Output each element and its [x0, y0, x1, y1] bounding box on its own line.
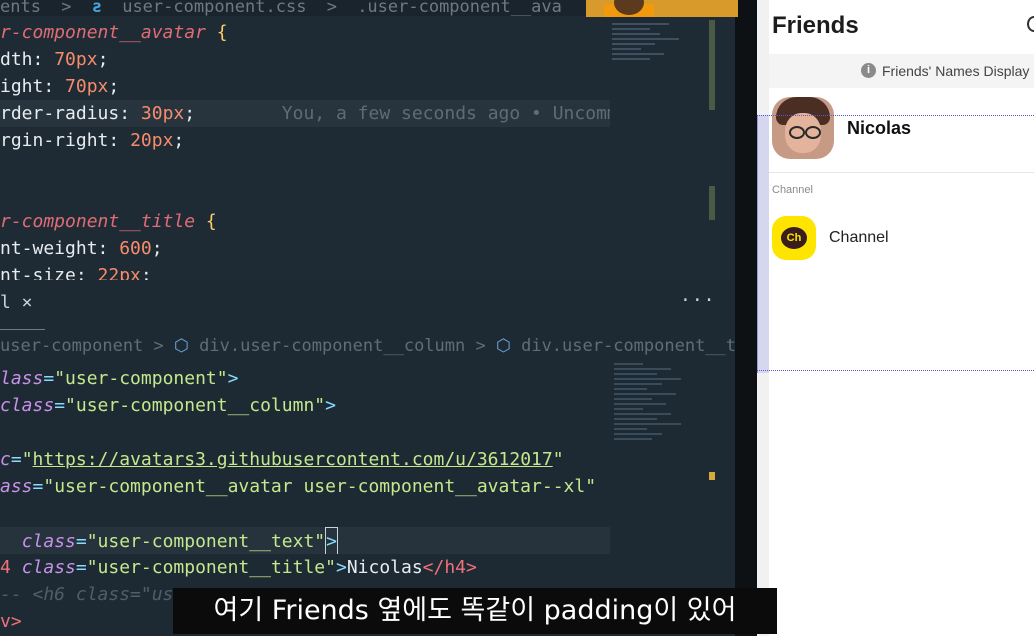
code-line[interactable]: lass="user-component">	[0, 365, 610, 392]
html-breadcrumb: user-component > ⬡ div.user-component__c…	[0, 336, 735, 356]
subtitle-caption: 여기 Friends 옆에도 똑같이 padding이 있어	[173, 588, 777, 634]
bracket-match: >	[325, 527, 338, 554]
css-editor[interactable]: ents > ƨ user-component.css > .user-comp…	[0, 0, 735, 280]
info-banner: i Friends' Names Display	[769, 54, 1034, 88]
info-icon: i	[861, 63, 876, 78]
avatar-url-link: https://avatars3.githubusercontent.com/u…	[32, 449, 553, 470]
channel-icon[interactable]: Ch	[772, 216, 816, 260]
breadcrumb-file[interactable]: user-component.css	[122, 0, 306, 16]
banner-text: Friends' Names Display	[882, 63, 1030, 79]
code-line[interactable]: ight: 70px;	[0, 73, 610, 100]
minimap[interactable]	[614, 360, 709, 560]
channel-badge: Ch	[781, 227, 807, 249]
code-line[interactable]: dth: 70px;	[0, 46, 610, 73]
minimap[interactable]	[612, 20, 707, 100]
breadcrumb-folder[interactable]: ents	[0, 0, 41, 16]
breadcrumb-selector[interactable]: .user-component__ava	[357, 0, 562, 16]
scrollbar-marker	[709, 472, 715, 480]
code-line[interactable]: ass="user-component__avatar user-compone…	[0, 473, 610, 500]
code-line[interactable]: nt-weight: 600;	[0, 235, 610, 262]
channel-name: Channel	[829, 229, 889, 246]
profile-name: Nicolas	[847, 118, 912, 138]
breadcrumb-item[interactable]: div.user-component__column	[199, 336, 465, 356]
breadcrumb-item[interactable]: div.user-component__text	[521, 336, 735, 356]
active-tab-indicator	[0, 329, 45, 330]
webcam-overlay	[586, 0, 738, 17]
code-line[interactable]: 4 class="user-component__title">Nicolas<…	[0, 554, 610, 581]
scrollbar[interactable]	[709, 20, 715, 110]
breadcrumb-separator: >	[475, 336, 486, 356]
code-line-current[interactable]: class="user-component__text">	[0, 527, 610, 554]
divider	[769, 172, 1034, 173]
section-label: Channel	[772, 184, 813, 196]
html-editor[interactable]: l × ··· user-component > ⬡ div.user-comp…	[0, 282, 735, 636]
page-title: Friends	[772, 12, 859, 39]
code-line[interactable]: r-component__avatar {	[0, 19, 610, 46]
code-line[interactable]: nt-size: 22px;	[0, 262, 610, 280]
guide-line	[757, 115, 1034, 116]
element-cube-icon: ⬡	[496, 336, 511, 356]
breadcrumb-separator: >	[153, 336, 164, 356]
breadcrumb-separator: >	[326, 0, 337, 16]
search-icon[interactable]	[1027, 16, 1034, 32]
git-blame-annotation: You, a few seconds ago • Uncommit	[281, 103, 610, 124]
scrollbar[interactable]	[709, 186, 715, 220]
css-file-icon: ƨ	[91, 0, 102, 16]
code-line-current[interactable]: rder-radius: 30px; You, a few seconds ag…	[0, 100, 610, 127]
element-cube-icon: ⬡	[174, 336, 189, 356]
code-line[interactable]: c="https://avatars3.githubusercontent.co…	[0, 446, 610, 473]
breadcrumb-item[interactable]: user-component	[0, 336, 143, 356]
more-actions-icon[interactable]: ···	[680, 290, 716, 311]
editor-tab[interactable]: l ×	[0, 292, 33, 313]
avatar[interactable]	[772, 97, 834, 159]
breadcrumb-separator: >	[61, 0, 72, 16]
app-preview: Friends i Friends' Names Display Nicolas…	[769, 0, 1034, 636]
split-divider[interactable]	[735, 0, 757, 636]
code-line[interactable]: rgin-right: 20px;	[0, 127, 610, 154]
guide-line	[757, 370, 1034, 371]
code-line[interactable]: r-component__title {	[0, 208, 610, 235]
code-line[interactable]: class="user-component__column">	[0, 392, 610, 419]
